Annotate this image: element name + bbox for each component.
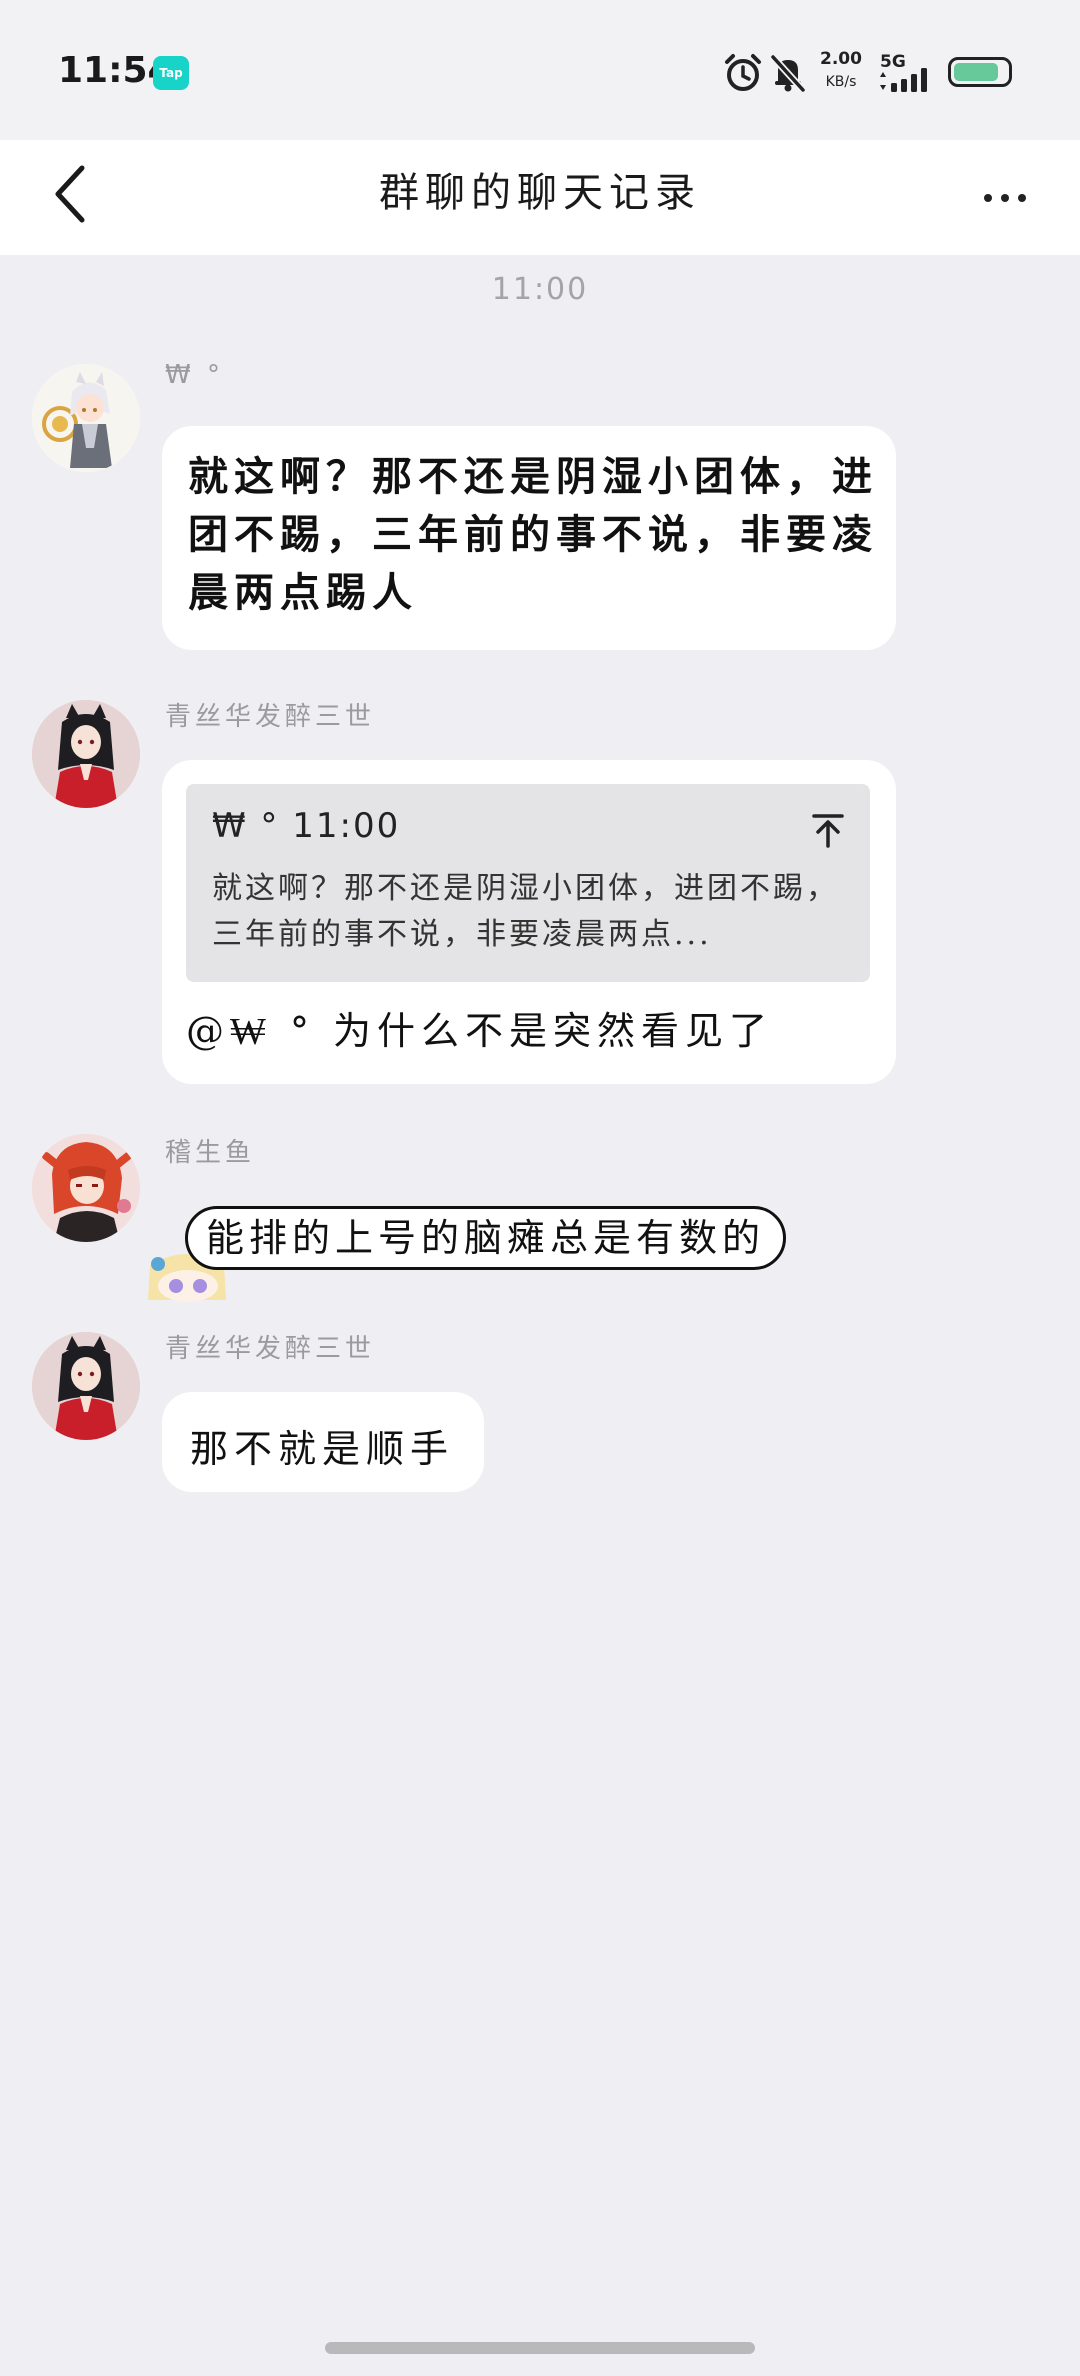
avatar-cat-ear-girl-image <box>32 700 140 808</box>
avatar-red-hair-image <box>32 1134 140 1242</box>
message-text: 那不就是顺手 <box>190 1427 455 1471</box>
network-speed-unit: KB/s <box>825 74 857 90</box>
message-text: @₩ ° 为什么不是突然看见了 <box>186 1009 774 1053</box>
nav-bar: 群聊的聊天记录 <box>0 140 1080 255</box>
quoted-message[interactable]: ₩ ° 11:00 就这啊？那不还是阴湿小团体，进团不踢，三年前的事不说，非要凌… <box>186 784 870 982</box>
avatar-cat-ear-girl-image <box>32 1332 140 1440</box>
message-bubble[interactable]: ₩ ° 11:00 就这啊？那不还是阴湿小团体，进团不踢，三年前的事不说，非要凌… <box>162 760 896 1084</box>
network-speed: 2.00 KB/s <box>820 48 862 94</box>
quote-text: 就这啊？那不还是阴湿小团体，进团不踢，三年前的事不说，非要凌晨两点... <box>212 871 839 952</box>
avatar[interactable] <box>32 1332 140 1440</box>
chat-timestamp: 11:00 <box>491 272 589 307</box>
message-text: 就这啊？那不还是阴湿小团体，进团不踢，三年前的事不说，非要凌晨两点踢人 <box>188 453 878 616</box>
status-bar: 11:54 Tap 2.00 KB/s 5G <box>0 0 1080 140</box>
more-dot-icon <box>984 194 992 202</box>
avatar[interactable] <box>32 1134 140 1242</box>
alarm-icon <box>725 54 761 91</box>
message-bubble[interactable]: 那不就是顺手 <box>162 1392 484 1492</box>
sender-name: 青丝华发醉三世 <box>165 1334 376 1364</box>
message-bubble-decorated[interactable]: 能排的上号的脑瘫总是有数的 <box>185 1206 787 1270</box>
home-indicator[interactable] <box>325 2342 755 2354</box>
battery-level <box>954 63 999 81</box>
more-options-button[interactable] <box>970 168 1040 228</box>
network-speed-value: 2.00 <box>820 49 862 69</box>
page-title: 群聊的聊天记录 <box>379 170 701 216</box>
sender-name: ₩ ° <box>165 360 224 390</box>
quote-header: ₩ ° 11:00 <box>212 806 401 846</box>
signal-icon <box>880 68 927 92</box>
mute-bell-icon <box>770 54 806 93</box>
more-dot-icon <box>1001 194 1009 202</box>
sender-name: 青丝华发醉三世 <box>165 702 376 732</box>
battery-icon <box>948 57 1012 87</box>
sender-name: 稽生鱼 <box>165 1138 256 1168</box>
tap-app-icon: Tap <box>153 56 189 90</box>
message-bubble[interactable]: 就这啊？那不还是阴湿小团体，进团不踢，三年前的事不说，非要凌晨两点踢人 <box>162 426 896 650</box>
avatar[interactable] <box>32 364 140 472</box>
avatar[interactable] <box>32 700 140 808</box>
avatar-white-hair-image <box>32 364 140 472</box>
jump-to-original-icon[interactable] <box>808 810 848 850</box>
more-dot-icon <box>1018 194 1026 202</box>
